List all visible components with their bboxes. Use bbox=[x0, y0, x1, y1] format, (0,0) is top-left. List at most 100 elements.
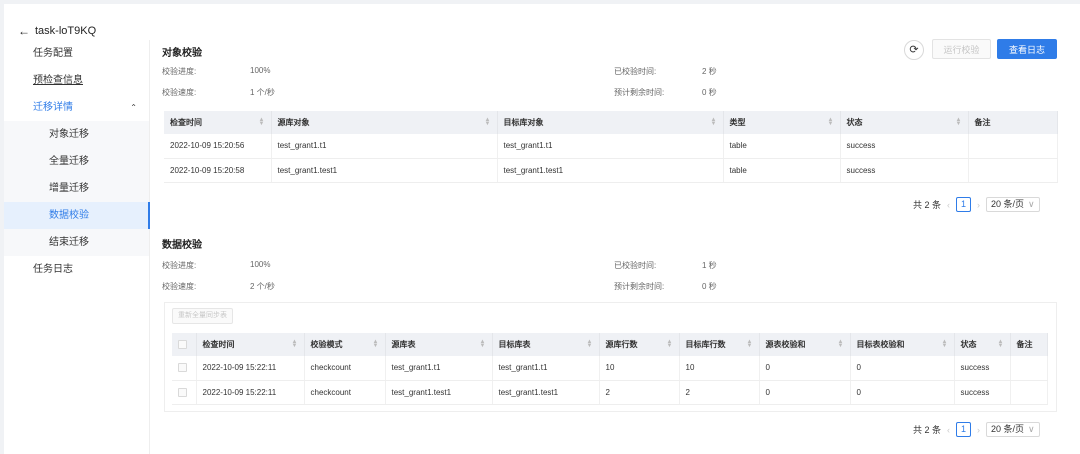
row-select-cell bbox=[172, 380, 197, 405]
column-header[interactable]: 类型 ▲ ▼ bbox=[723, 111, 841, 134]
column-header[interactable]: 校验模式 ▲ ▼ bbox=[304, 333, 386, 356]
column-header-label: 备注 bbox=[1016, 340, 1033, 349]
sidebar-item-data-check[interactable]: 数据校验 bbox=[4, 202, 150, 229]
object-elapsed-label: 已校验时间: bbox=[614, 67, 657, 76]
table-cell: test_grant1.test1 bbox=[497, 158, 724, 183]
sidebar-item-precheck[interactable]: 预检查信息 bbox=[4, 67, 149, 94]
data-speed-value: 2 个/秒 bbox=[250, 282, 275, 291]
column-header[interactable]: 源库对象 ▲ ▼ bbox=[271, 111, 498, 134]
column-header[interactable]: 检查时间 ▲ ▼ bbox=[164, 111, 272, 134]
table-row: 2022-10-09 15:22:11 checkcount test_gran… bbox=[172, 380, 1048, 405]
column-header[interactable]: 目标库表 ▲ ▼ bbox=[492, 333, 600, 356]
object-elapsed: 已校验时间: 2 秒 bbox=[614, 66, 717, 77]
data-progress-label: 校验进度: bbox=[162, 261, 197, 270]
object-elapsed-value: 2 秒 bbox=[702, 67, 717, 76]
column-header[interactable]: 源库行数 ▲ ▼ bbox=[599, 333, 680, 356]
column-header[interactable]: 目标库行数 ▲ ▼ bbox=[679, 333, 760, 356]
sort-icon[interactable]: ▲ ▼ bbox=[828, 117, 834, 127]
data-pagination: 共 2 条 ‹ 1 › 20 条/页 ∨ bbox=[913, 422, 1040, 437]
column-header[interactable]: 源表校验和 ▲ ▼ bbox=[759, 333, 851, 356]
page-size-value: 20 条/页 bbox=[991, 199, 1025, 209]
sort-icon[interactable]: ▲ ▼ bbox=[587, 339, 593, 349]
page-size-select[interactable]: 20 条/页 ∨ bbox=[986, 197, 1040, 212]
column-header: 备注 bbox=[1010, 333, 1048, 356]
column-header-label: 源库表 bbox=[391, 340, 416, 349]
resync-tables-button[interactable]: 重新全量同步表 bbox=[172, 308, 233, 324]
object-check-table: 检查时间 ▲ ▼ 源库对象 ▲ ▼ 目标库对象 ▲ ▼ 类型 ▲ ▼ 状态 ▲ ▼ 备注 2022-… bbox=[164, 111, 1058, 183]
table-cell: success bbox=[840, 158, 969, 183]
column-header[interactable]: 检查时间 ▲ ▼ bbox=[196, 333, 305, 356]
data-remaining-label: 预计剩余时间: bbox=[614, 282, 665, 291]
sort-icon[interactable]: ▲ ▼ bbox=[485, 117, 491, 127]
sidebar-item-full-migration[interactable]: 全量迁移 bbox=[4, 148, 149, 175]
column-header: 备注 bbox=[968, 111, 1058, 134]
sort-icon[interactable]: ▲ ▼ bbox=[667, 339, 673, 349]
column-header-label: 状态 bbox=[960, 340, 977, 349]
sidebar-item-task-config[interactable]: 任务配置 bbox=[4, 40, 149, 67]
data-elapsed-value: 1 秒 bbox=[702, 261, 717, 270]
row-select-cell bbox=[172, 356, 197, 381]
table-cell: success bbox=[954, 356, 1011, 381]
column-header[interactable]: 状态 ▲ ▼ bbox=[954, 333, 1011, 356]
sort-icon[interactable]: ▲ ▼ bbox=[942, 339, 948, 349]
table-cell: success bbox=[840, 134, 969, 159]
row-checkbox[interactable] bbox=[178, 387, 187, 397]
chevron-right-icon[interactable]: › bbox=[977, 425, 980, 435]
table-cell: table bbox=[723, 134, 841, 159]
column-header[interactable]: 状态 ▲ ▼ bbox=[840, 111, 969, 134]
object-progress-label: 校验进度: bbox=[162, 67, 197, 76]
page-size-value: 20 条/页 bbox=[991, 424, 1025, 434]
chevron-right-icon[interactable]: › bbox=[977, 200, 980, 210]
sidebar-item-label: 对象迁移 bbox=[49, 129, 89, 140]
page-title: task-loT9KQ bbox=[35, 25, 97, 37]
sort-icon[interactable]: ▲ ▼ bbox=[838, 339, 844, 349]
data-progress-value: 100% bbox=[250, 260, 271, 269]
sidebar-item-task-log[interactable]: 任务日志 bbox=[4, 256, 149, 283]
object-remaining-value: 0 秒 bbox=[702, 88, 717, 97]
data-speed: 校验速度: 2 个/秒 bbox=[162, 281, 275, 292]
sort-icon[interactable]: ▲ ▼ bbox=[711, 117, 717, 127]
chevron-down-icon: ∨ bbox=[1028, 424, 1035, 434]
sidebar-item-object-migration[interactable]: 对象迁移 bbox=[4, 121, 149, 148]
column-header-label: 目标库对象 bbox=[503, 118, 544, 127]
table-row: 2022-10-09 15:22:11 checkcount test_gran… bbox=[172, 356, 1048, 381]
sort-icon[interactable]: ▲ ▼ bbox=[373, 339, 379, 349]
object-check-title: 对象校验 bbox=[162, 48, 202, 59]
column-header[interactable]: 目标库对象 ▲ ▼ bbox=[497, 111, 724, 134]
table-row: 2022-10-09 15:20:58 test_grant1.test1 te… bbox=[164, 158, 1058, 183]
sort-icon[interactable]: ▲ ▼ bbox=[292, 339, 298, 349]
column-header-label: 状态 bbox=[846, 118, 863, 127]
table-cell: table bbox=[723, 158, 841, 183]
pagination-page[interactable]: 1 bbox=[956, 422, 972, 437]
table-cell bbox=[1010, 356, 1048, 381]
sort-icon[interactable]: ▲ ▼ bbox=[480, 339, 486, 349]
sidebar-item-incremental-migration[interactable]: 增量迁移 bbox=[4, 175, 149, 202]
table-cell: 0 bbox=[759, 356, 851, 381]
pagination-page[interactable]: 1 bbox=[956, 197, 972, 212]
refresh-icon[interactable]: ⟳ bbox=[904, 40, 924, 60]
page-size-select[interactable]: 20 条/页 ∨ bbox=[986, 422, 1040, 437]
table-cell bbox=[968, 134, 1058, 159]
select-all-checkbox[interactable] bbox=[178, 340, 187, 350]
table-cell: test_grant1.test1 bbox=[385, 380, 493, 405]
table-cell: 0 bbox=[759, 380, 851, 405]
sort-icon[interactable]: ▲ ▼ bbox=[956, 117, 962, 127]
table-cell: 2022-10-09 15:20:56 bbox=[164, 134, 272, 159]
chevron-left-icon[interactable]: ‹ bbox=[947, 200, 950, 210]
chevron-left-icon[interactable]: ‹ bbox=[947, 425, 950, 435]
column-header[interactable]: 源库表 ▲ ▼ bbox=[385, 333, 493, 356]
data-check-table: 检查时间 ▲ ▼ 校验模式 ▲ ▼ 源库表 ▲ ▼ 目标库表 ▲ ▼ 源库行数 ▲ ▼ 目标库行数 ▲… bbox=[172, 333, 1048, 405]
run-check-button[interactable]: 运行校验 bbox=[932, 39, 991, 59]
row-checkbox[interactable] bbox=[178, 363, 187, 373]
arrow-left-icon[interactable]: ← bbox=[18, 24, 30, 38]
column-header[interactable]: 目标表校验和 ▲ ▼ bbox=[850, 333, 955, 356]
table-header-row: 检查时间 ▲ ▼ 源库对象 ▲ ▼ 目标库对象 ▲ ▼ 类型 ▲ ▼ 状态 ▲ ▼ 备注 bbox=[164, 111, 1058, 134]
object-speed-label: 校验速度: bbox=[162, 88, 197, 97]
sidebar-group-migration-details[interactable]: 迁移详情 ⌃ bbox=[4, 94, 149, 121]
chevron-up-icon: ⌃ bbox=[130, 103, 137, 112]
sort-icon[interactable]: ▲ ▼ bbox=[747, 339, 753, 349]
sidebar-item-end-migration[interactable]: 结束迁移 bbox=[4, 229, 149, 256]
sort-icon[interactable]: ▲ ▼ bbox=[259, 117, 265, 127]
view-log-button[interactable]: 查看日志 bbox=[997, 39, 1057, 59]
sort-icon[interactable]: ▲ ▼ bbox=[998, 339, 1004, 349]
